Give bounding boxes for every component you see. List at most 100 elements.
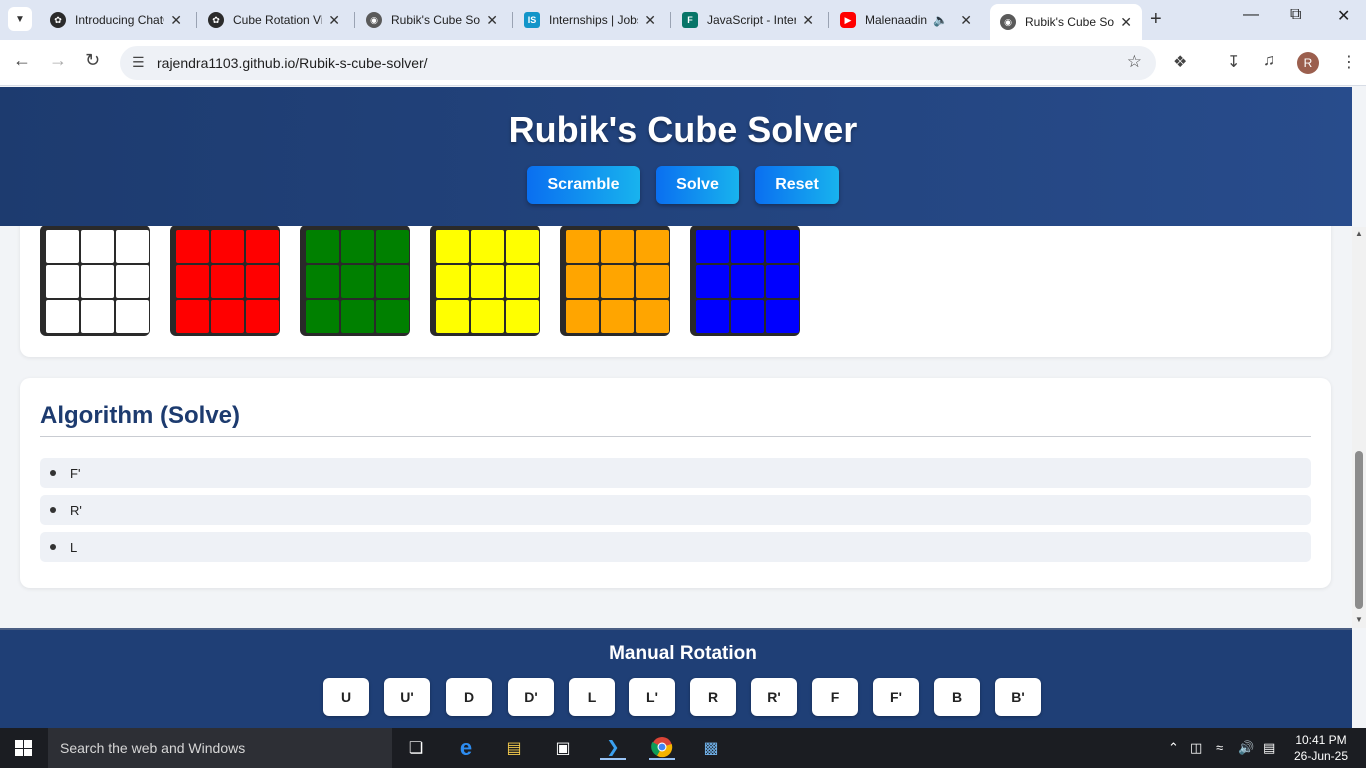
tab-internships[interactable]: IS Internships | Jobs ✕ — [514, 4, 666, 36]
wifi-icon[interactable]: ≈ — [1216, 740, 1223, 755]
rotate-d-button[interactable]: D — [446, 678, 492, 716]
tab-search-chevron-icon[interactable]: ▼ — [8, 7, 32, 31]
tab-title: Malenaadina — [865, 13, 928, 27]
minimize-icon[interactable]: — — [1243, 6, 1259, 24]
store-icon[interactable]: ▣ — [550, 736, 576, 760]
scramble-button[interactable]: Scramble — [527, 166, 640, 204]
sticker-green — [306, 230, 339, 263]
close-tab-icon[interactable]: ✕ — [802, 12, 814, 29]
rotate-l-button[interactable]: L — [569, 678, 615, 716]
app-window-icon[interactable]: ▩ — [698, 736, 724, 760]
tab-separator — [828, 12, 829, 28]
sticker-red — [211, 265, 244, 298]
extensions-icon[interactable]: ❖ — [1173, 52, 1187, 72]
page-title: Rubik's Cube Solver — [508, 109, 858, 150]
rotate-f-prime-button[interactable]: F' — [873, 678, 919, 716]
sticker-white — [46, 265, 79, 298]
forward-icon[interactable]: → — [49, 50, 67, 71]
sticker-red — [246, 265, 279, 298]
site-settings-icon[interactable]: ☰ — [132, 54, 145, 71]
sticker-yellow — [436, 230, 469, 263]
sticker-yellow — [506, 265, 539, 298]
face-red — [170, 225, 280, 336]
tab-title: Introducing ChatGPT — [75, 13, 164, 27]
sticker-white — [46, 300, 79, 333]
windows-taskbar: Search the web and Windows ❏ e ▤ ▣ ❯ ▩ ⌃… — [0, 728, 1366, 768]
close-tab-icon[interactable]: ✕ — [960, 12, 972, 29]
download-icon[interactable]: ↧ — [1227, 52, 1240, 72]
sticker-green — [376, 230, 409, 263]
restore-icon[interactable]: ⧉ — [1290, 6, 1301, 24]
vscode-icon[interactable]: ❯ — [600, 736, 626, 760]
rotate-r-prime-button[interactable]: R' — [751, 678, 797, 716]
tab-cube-rotation[interactable]: ✿ Cube Rotation Visualizer ✕ — [198, 4, 350, 36]
page-viewport: Rubik's Cube Solver Scramble Solve Reset… — [0, 87, 1352, 728]
chrome-icon[interactable] — [649, 736, 675, 760]
rotate-b-button[interactable]: B — [934, 678, 980, 716]
bookmark-star-icon[interactable]: ☆ — [1127, 52, 1142, 72]
page-scrollbar[interactable]: ▲ ▼ — [1352, 227, 1366, 628]
edge-icon[interactable]: e — [453, 735, 479, 760]
rotate-d-prime-button[interactable]: D' — [508, 678, 554, 716]
volume-icon[interactable]: 🔊 — [1238, 740, 1254, 756]
forms-icon: F — [682, 12, 698, 28]
close-tab-icon[interactable]: ✕ — [1120, 14, 1132, 31]
close-tab-icon[interactable]: ✕ — [170, 12, 182, 29]
task-view-icon[interactable]: ❏ — [403, 736, 429, 760]
url-text[interactable]: rajendra1103.github.io/Rubik-s-cube-solv… — [157, 55, 428, 71]
reset-button[interactable]: Reset — [755, 166, 839, 204]
rotate-b-prime-button[interactable]: B' — [995, 678, 1041, 716]
file-explorer-icon[interactable]: ▤ — [501, 736, 527, 760]
tab-javascript-interview[interactable]: F JavaScript - Interview ✕ — [672, 4, 824, 36]
speaker-icon[interactable]: 🔈 — [933, 13, 948, 27]
rotate-f-button[interactable]: F — [812, 678, 858, 716]
list-item: L — [40, 532, 1311, 562]
tab-introducing-chatgpt[interactable]: ✿ Introducing ChatGPT ✕ — [40, 4, 192, 36]
close-window-icon[interactable]: ✕ — [1337, 6, 1350, 26]
kebab-menu-icon[interactable]: ⋮ — [1341, 52, 1357, 72]
media-control-icon[interactable]: ♫ — [1263, 52, 1275, 70]
tab-rubiks-solver-active[interactable]: ◉ Rubik's Cube Solver ✕ — [990, 4, 1142, 40]
rotate-r-button[interactable]: R — [690, 678, 736, 716]
scroll-down-icon[interactable]: ▼ — [1355, 615, 1363, 624]
tab-rubiks-solver-1[interactable]: ◉ Rubik's Cube Solver ✕ — [356, 4, 508, 36]
notification-icon[interactable]: ▤ — [1263, 740, 1275, 756]
close-tab-icon[interactable]: ✕ — [644, 12, 656, 29]
tab-malenaadina[interactable]: ▶ Malenaadina 🔈 ✕ — [830, 4, 982, 36]
face-yellow — [430, 225, 540, 336]
reload-icon[interactable]: ↻ — [85, 50, 100, 71]
globe-icon: ◉ — [366, 12, 382, 28]
windows-start-icon[interactable] — [15, 740, 32, 756]
sticker-blue — [696, 230, 729, 263]
new-tab-icon[interactable]: + — [1150, 8, 1162, 31]
app-header: Rubik's Cube Solver Scramble Solve Reset — [0, 87, 1352, 226]
address-bar[interactable]: ☰ rajendra1103.github.io/Rubik-s-cube-so… — [120, 46, 1156, 80]
sticker-green — [341, 230, 374, 263]
show-hidden-icons-icon[interactable]: ⌃ — [1168, 740, 1179, 756]
rotate-u-button[interactable]: U — [323, 678, 369, 716]
scroll-up-icon[interactable]: ▲ — [1355, 229, 1363, 238]
sticker-green — [306, 265, 339, 298]
manual-rotation-panel: Manual Rotation U U' D D' L L' R R' F F'… — [0, 628, 1352, 728]
close-tab-icon[interactable]: ✕ — [486, 12, 498, 29]
tab-separator — [512, 12, 513, 28]
back-icon[interactable]: ← — [13, 50, 31, 71]
solve-button[interactable]: Solve — [656, 166, 739, 204]
sticker-red — [211, 230, 244, 263]
rotate-u-prime-button[interactable]: U' — [384, 678, 430, 716]
scroll-thumb[interactable] — [1355, 451, 1363, 609]
avatar[interactable]: R — [1297, 52, 1319, 74]
system-clock[interactable]: 10:41 PM 26-Jun-25 — [1291, 732, 1351, 764]
sticker-green — [376, 265, 409, 298]
battery-icon[interactable]: ◫ — [1190, 740, 1202, 756]
rotate-l-prime-button[interactable]: L' — [629, 678, 675, 716]
tab-separator — [196, 12, 197, 28]
sticker-orange — [636, 265, 669, 298]
close-tab-icon[interactable]: ✕ — [328, 12, 340, 29]
globe-icon: ◉ — [1000, 14, 1016, 30]
sticker-green — [376, 300, 409, 333]
taskbar-search-input[interactable]: Search the web and Windows — [48, 728, 392, 768]
sticker-white — [81, 265, 114, 298]
algorithm-title: Algorithm (Solve) — [40, 402, 241, 429]
sticker-yellow — [471, 230, 504, 263]
